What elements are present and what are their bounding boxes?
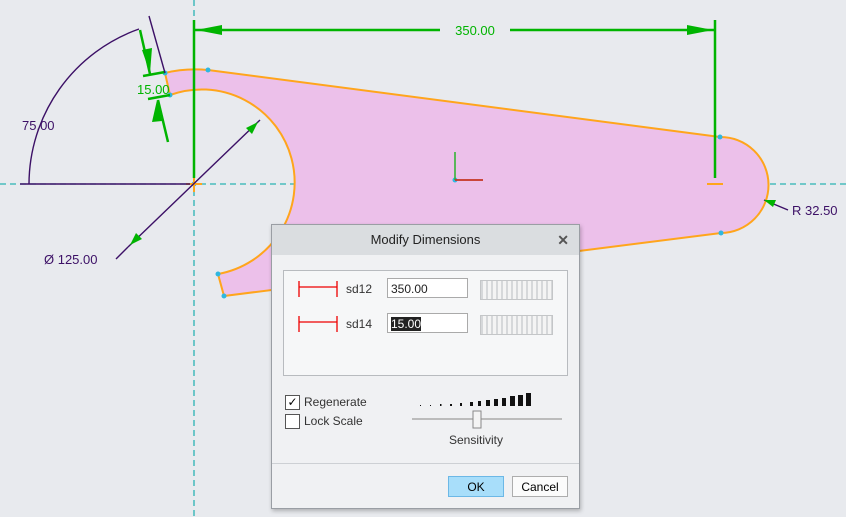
dimension-list: sd12 350.00 sd14 15.00 xyxy=(283,270,568,376)
dimension-75-label[interactable]: 75.00 xyxy=(22,118,55,133)
sensitivity-scale-icon xyxy=(420,393,531,406)
dimension-value-input[interactable]: 15.00 xyxy=(387,313,468,333)
dimension-name: sd12 xyxy=(346,282,373,296)
dimension-row: sd14 15.00 xyxy=(284,313,567,337)
linear-dimension-icon xyxy=(298,316,338,332)
dimension-diameter-label[interactable]: Ø 125.00 xyxy=(44,252,98,267)
dimension-row: sd12 350.00 xyxy=(284,278,567,302)
close-icon[interactable]: ✕ xyxy=(557,225,569,255)
dimension-radius[interactable] xyxy=(763,199,789,211)
thumbwheel[interactable] xyxy=(480,315,553,335)
dialog-title: Modify Dimensions xyxy=(370,232,481,247)
dimension-diameter[interactable] xyxy=(115,119,261,260)
lock-scale-checkbox[interactable] xyxy=(285,414,300,429)
regenerate-label: Regenerate xyxy=(304,395,367,409)
dimension-350-label[interactable]: 350.00 xyxy=(455,23,495,38)
dimension-15-label[interactable]: 15.00 xyxy=(137,82,170,97)
slider-thumb xyxy=(472,410,482,429)
linear-dimension-icon xyxy=(298,281,338,297)
dimension-value-input[interactable]: 350.00 xyxy=(387,278,468,298)
ok-button[interactable]: OK xyxy=(448,476,504,497)
cancel-button[interactable]: Cancel xyxy=(512,476,568,497)
dimension-name: sd14 xyxy=(346,317,373,331)
divider xyxy=(272,463,579,464)
dimension-75[interactable] xyxy=(20,15,190,185)
dimension-radius-label[interactable]: R 32.50 xyxy=(792,203,838,218)
dialog-titlebar[interactable]: Modify Dimensions ✕ xyxy=(272,225,579,255)
modify-dimensions-dialog: Modify Dimensions ✕ sd12 350.00 sd14 15.… xyxy=(271,224,580,509)
thumbwheel[interactable] xyxy=(480,280,553,300)
sensitivity-label: Sensitivity xyxy=(449,433,504,447)
regenerate-checkbox[interactable]: ✓ xyxy=(285,395,300,410)
lock-scale-label: Lock Scale xyxy=(304,414,363,428)
selected-value: 15.00 xyxy=(391,317,422,331)
